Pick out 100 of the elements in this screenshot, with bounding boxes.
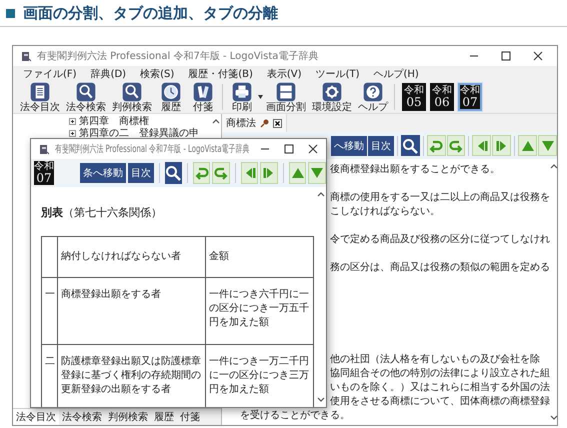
body-text-line: 使用をさせる商標について、団体商標の商標登録 <box>330 395 550 409</box>
maximize-icon[interactable] <box>284 144 294 154</box>
toolbar-button[interactable]: 印刷 <box>226 82 258 112</box>
triangle-down-icon <box>540 140 555 152</box>
undo-arrow-icon <box>194 166 209 180</box>
row-number: 二 <box>42 345 58 407</box>
body-text-line: こしなければならない。 <box>330 205 441 219</box>
menu-item[interactable]: ヘルプ(H) <box>373 66 419 80</box>
undo-button[interactable] <box>426 135 446 156</box>
toolbar-button[interactable]: 付箋 <box>187 82 219 112</box>
pane-tab[interactable]: 法令目次 <box>13 409 59 425</box>
toolbar-button[interactable]: 判例検索 <box>109 82 155 112</box>
era-year-button[interactable]: 令和 07 <box>458 83 482 111</box>
search-icon <box>402 138 418 154</box>
chevron-down-icon[interactable] <box>317 397 325 403</box>
toolbar-button[interactable]: 履歴 <box>155 82 187 112</box>
down-button[interactable] <box>538 135 557 156</box>
triangle-up-icon <box>520 140 535 152</box>
toolbar-button[interactable]: 法令検索 <box>63 82 109 112</box>
era-year-button[interactable]: 令和 06 <box>430 83 454 111</box>
era-year-badge: 令和 07 <box>34 161 54 185</box>
toolbar-button[interactable]: 法令目次 <box>17 82 63 112</box>
chevron-up-icon[interactable] <box>317 191 325 197</box>
magnifier-icon <box>122 82 142 102</box>
menu-item[interactable]: 検索(S) <box>140 66 174 80</box>
column-header: 金額 <box>206 237 314 278</box>
redo-button[interactable] <box>212 162 230 184</box>
split-screen-icon <box>276 82 296 102</box>
toolbar-button[interactable]: 画面分割 <box>263 82 309 112</box>
previous-button[interactable] <box>240 162 258 184</box>
close-icon[interactable] <box>273 118 282 128</box>
body-text-line: いものを除く。）又はこれらに相当する外国の法 <box>330 381 550 395</box>
document-tab[interactable]: 商標法 <box>222 114 287 132</box>
table-cell: 一件につき六千円に一の区分につき一万五千円を加えた額 <box>206 278 314 345</box>
pin-icon[interactable] <box>260 118 269 128</box>
triangle-down-icon <box>310 167 324 179</box>
pane-tab[interactable]: 付箋 <box>177 409 203 425</box>
table-heading: 別表（第七十六条関係） <box>41 205 163 220</box>
table-cell: 防護標章登録出願又は防護標章登録に基づく権利の存続期間の更新登録の出願をする者 <box>58 345 206 407</box>
table-cell: 商標登録出願をする者 <box>58 278 206 345</box>
window-title: 有斐閣判例六法 Professional 令和7年版 - LogoVista電子辞典 <box>37 50 320 63</box>
undo-button[interactable] <box>192 162 210 184</box>
redo-button[interactable] <box>446 135 466 156</box>
pane-tab[interactable]: 判例検索 <box>105 409 151 425</box>
down-button[interactable] <box>308 162 326 184</box>
chevron-down-icon[interactable] <box>550 415 558 421</box>
heading-marker <box>6 8 15 18</box>
search-icon <box>165 165 182 181</box>
next-button[interactable] <box>260 162 278 184</box>
search-button[interactable] <box>400 135 420 156</box>
menu-item[interactable]: 辞典(D) <box>90 66 126 80</box>
previous-button[interactable] <box>472 135 492 156</box>
close-icon[interactable] <box>308 144 318 154</box>
toolbar-button[interactable]: 目次 <box>128 163 154 183</box>
toolbar-button[interactable]: 条へ移動 <box>80 163 126 183</box>
body-text-line: 後商標登録出願をすることができる。 <box>330 163 501 177</box>
list-icon <box>30 82 50 102</box>
toolbar-button[interactable]: ヘルプ <box>355 82 391 112</box>
clock-icon <box>161 82 181 102</box>
next-button[interactable] <box>492 135 512 156</box>
chevron-up-icon[interactable] <box>212 118 220 124</box>
search-button[interactable] <box>164 162 182 184</box>
printer-icon <box>232 82 252 102</box>
toolbar-button[interactable]: へ移動 <box>331 136 367 156</box>
tag-icon <box>193 82 213 102</box>
menu-item[interactable]: 履歴・付箋(B) <box>188 66 253 80</box>
triangle-up-icon <box>290 167 305 179</box>
undo-arrow-icon <box>429 138 444 152</box>
up-button[interactable] <box>518 135 538 156</box>
menu-item[interactable]: ツール(T) <box>316 66 360 80</box>
close-icon[interactable] <box>533 51 543 61</box>
book-icon <box>39 144 49 154</box>
body-text-line: 協同組合その他の特別の法律により設立された組 <box>330 367 550 381</box>
toolbar-button[interactable]: 目次 <box>368 136 394 156</box>
redo-arrow-icon <box>214 166 228 180</box>
menu-item[interactable]: 表示(V) <box>266 66 302 80</box>
section-heading: 画面の分割、タブの追加、タブの分離 <box>23 4 278 22</box>
body-text-line: 他の社団（法人格を有しないもの及び会社を除 <box>330 353 541 367</box>
body-text-line: 令で定める商品及び役務の区分に従つてしなけれ <box>330 233 550 247</box>
pane-tab[interactable]: 法令検索 <box>59 409 105 425</box>
up-button[interactable] <box>288 162 306 184</box>
redo-arrow-icon <box>449 138 464 152</box>
tab-label[interactable]: 商標法 <box>226 116 256 130</box>
help-icon <box>363 82 383 102</box>
tree-item[interactable]: 第四章の二 登録異議の申 <box>79 126 199 140</box>
dropdown-caret-icon[interactable] <box>258 95 263 99</box>
table-cell: 一件につき一万二千円に一の区分につき三万円を加えた額 <box>206 345 314 407</box>
magnifier-icon <box>76 82 96 102</box>
toolbar-button[interactable]: 環境設定 <box>309 82 355 112</box>
era-year-button[interactable]: 令和 05 <box>402 83 426 111</box>
tree-item[interactable]: 第四章 商標権 <box>79 114 149 128</box>
maximize-icon[interactable] <box>501 51 511 61</box>
column-header: 納付しなければならない者 <box>58 237 206 278</box>
chevron-up-icon[interactable] <box>550 163 558 169</box>
book-icon <box>21 50 31 62</box>
menu-item[interactable]: ファイル(F) <box>23 66 77 80</box>
pane-tab[interactable]: 履歴 <box>151 409 177 425</box>
body-text-line: 商標の使用をする一又は二以上の商品又は役務を <box>330 191 550 205</box>
expand-icon[interactable] <box>69 130 76 136</box>
expand-icon[interactable] <box>69 118 76 124</box>
